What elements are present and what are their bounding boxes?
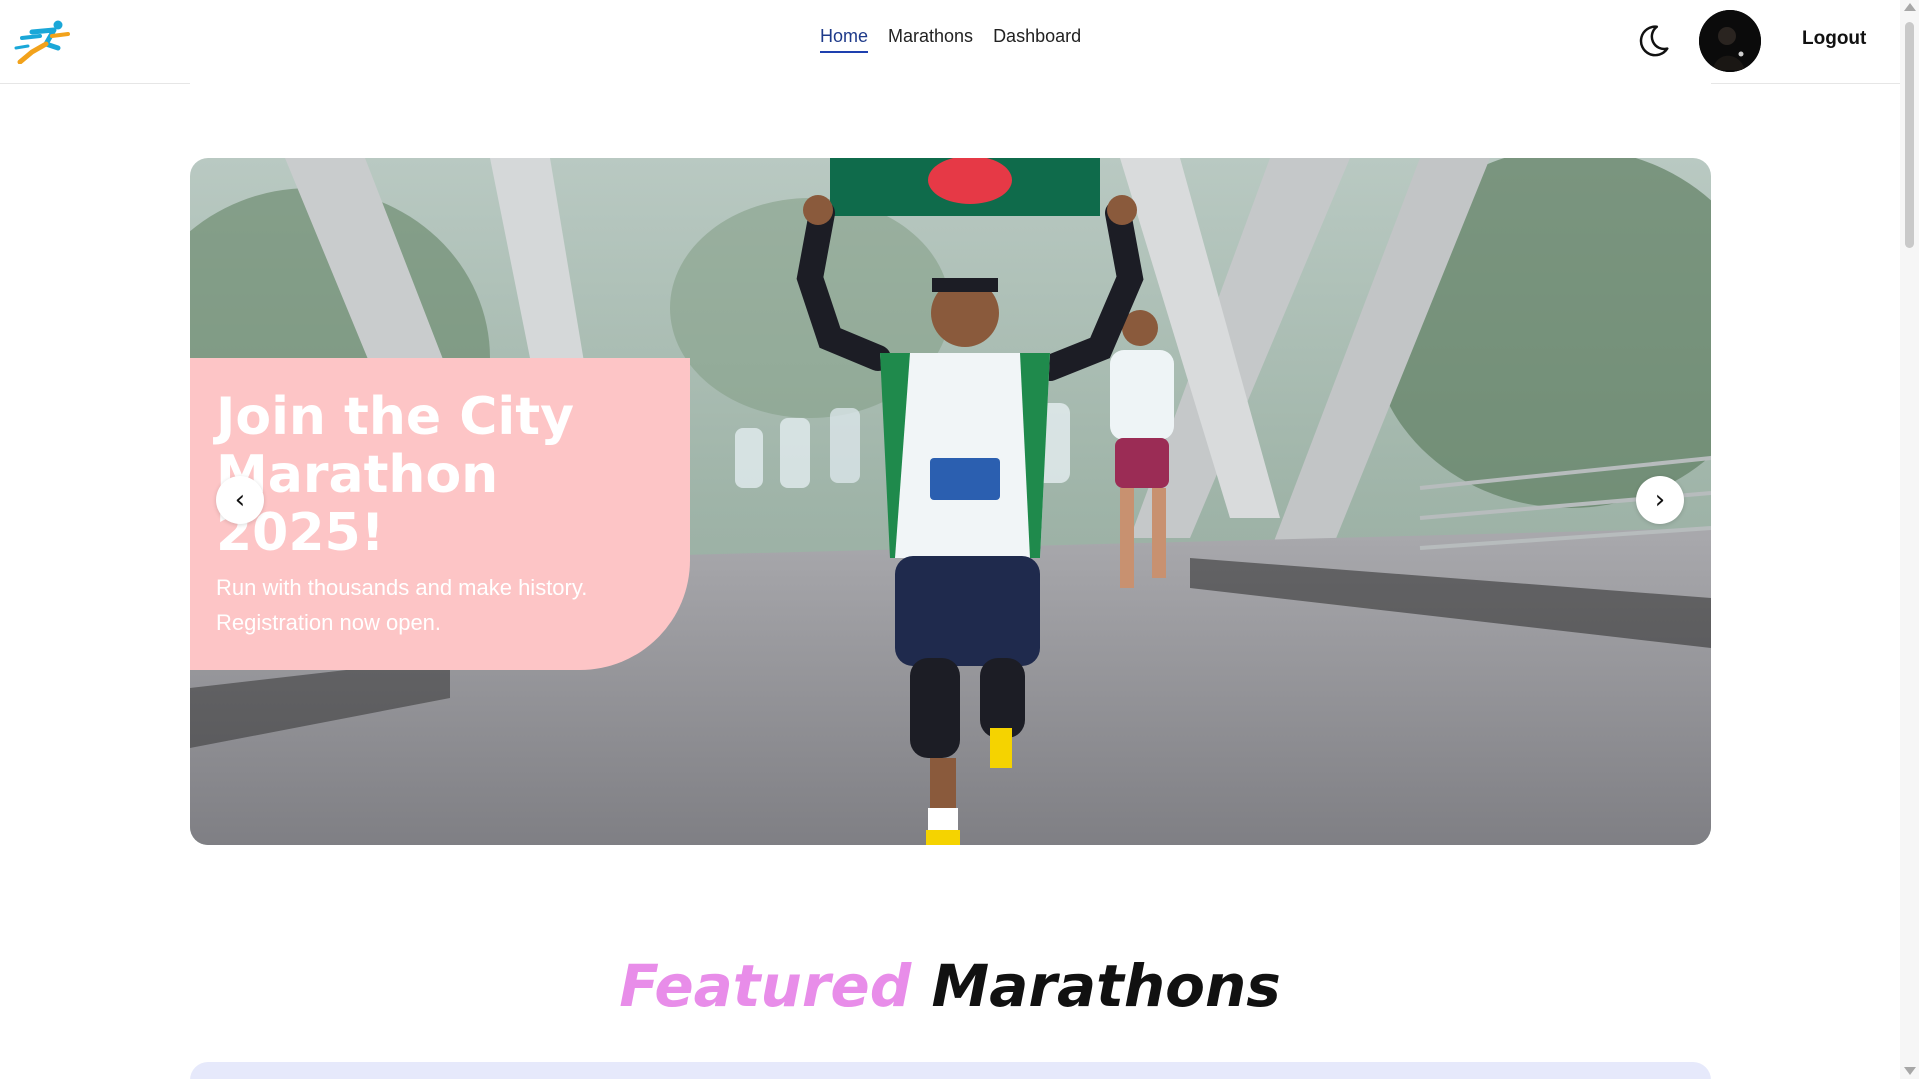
moon-icon[interactable]	[1634, 22, 1672, 60]
navbar-divider-right	[1711, 83, 1900, 84]
featured-heading: Featured Marathons	[0, 952, 1900, 1020]
carousel-prev-button[interactable]: ‹	[216, 476, 264, 524]
nav-link-home[interactable]: Home	[820, 26, 869, 53]
scroll-thumb[interactable]	[1905, 22, 1914, 248]
featured-heading-accent: Featured	[619, 952, 912, 1020]
logout-button[interactable]: Logout	[1802, 28, 1866, 50]
user-avatar[interactable]	[1699, 10, 1761, 72]
hero-title: Join the City Marathon 2025!	[216, 387, 575, 563]
hero-carousel: Join the City Marathon 2025! Run with th…	[190, 158, 1711, 845]
runner-logo-icon[interactable]	[14, 18, 72, 64]
navbar-divider-left	[0, 83, 190, 84]
nav-link-marathons[interactable]: Marathons	[888, 26, 973, 53]
navbar: Home Marathons Dashboard Logout	[0, 0, 1900, 84]
scroll-up-icon[interactable]	[1904, 3, 1916, 11]
page-scrollbar[interactable]	[1900, 0, 1919, 1079]
carousel-next-button[interactable]: ›	[1636, 476, 1684, 524]
main-nav: Home Marathons Dashboard	[820, 26, 1081, 53]
scroll-down-icon[interactable]	[1904, 1067, 1916, 1075]
chevron-left-icon: ‹	[234, 485, 246, 515]
featured-card[interactable]	[190, 1062, 1711, 1079]
hero-subtitle: Run with thousands and make history. Reg…	[216, 575, 588, 635]
featured-heading-rest: Marathons	[931, 952, 1281, 1020]
nav-link-dashboard[interactable]: Dashboard	[993, 26, 1081, 53]
chevron-right-icon: ›	[1654, 485, 1666, 515]
hero-caption: Join the City Marathon 2025! Run with th…	[190, 358, 690, 670]
